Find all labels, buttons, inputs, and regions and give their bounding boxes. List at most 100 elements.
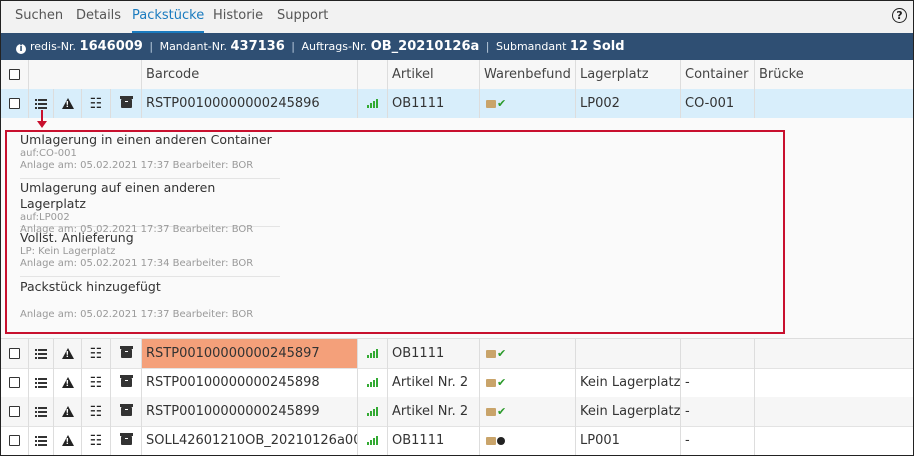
app-frame: Suchen Details Packstücke Historie Suppo… <box>0 0 914 456</box>
status-cell <box>358 397 388 426</box>
col-artikel[interactable]: Artikel <box>388 60 480 89</box>
check-icon: ✔ <box>497 97 507 110</box>
list-cell <box>29 339 54 368</box>
info-icon: i <box>16 44 26 54</box>
col-container[interactable]: Container <box>681 60 755 89</box>
transfer-icon[interactable]: ☷ <box>90 375 103 391</box>
container-cell: - <box>681 368 755 397</box>
archive-icon[interactable] <box>119 433 133 445</box>
warning-cell <box>54 397 82 426</box>
history-sub <box>20 295 280 307</box>
table-row[interactable]: ☷ RSTP00100000000245897 OB1111 ✔ <box>1 339 913 369</box>
submandant-value: 12 Sold <box>569 39 625 54</box>
col-barcode[interactable]: Barcode <box>142 60 358 89</box>
warning-icon[interactable] <box>61 377 74 388</box>
table-row[interactable]: ☷ RSTP00100000000245899 Artikel Nr. 2 ✔ … <box>1 397 913 427</box>
bruecke-cell <box>755 368 913 397</box>
archive-cell <box>111 339 142 368</box>
archive-cell <box>111 397 142 426</box>
status-cell <box>358 89 388 118</box>
callout-arrowhead <box>37 121 47 128</box>
separator: | <box>291 40 295 53</box>
lagerplatz-cell <box>576 339 681 368</box>
history-sub: auf:CO-001 <box>20 148 77 159</box>
history-entry: Vollst. Anlieferung LP: Kein Lagerplatz … <box>20 230 280 277</box>
row-checkbox[interactable] <box>9 348 20 359</box>
signal-bars-icon <box>366 349 379 358</box>
history-title: Vollst. Anlieferung <box>20 230 134 245</box>
container-cell: - <box>681 426 755 455</box>
history-title: Packstück hinzugefügt <box>20 279 161 294</box>
separator: | <box>149 40 154 53</box>
auftrag-label: Auftrags-Nr. <box>301 40 368 53</box>
archive-cell <box>111 368 142 397</box>
warenbefund-cell: ✔ <box>480 89 576 118</box>
transfer-cell: ☷ <box>82 397 111 426</box>
transfer-cell: ☷ <box>82 426 111 455</box>
help-icon[interactable]: ? <box>892 8 907 23</box>
package-icon <box>486 436 496 445</box>
package-icon <box>486 378 496 387</box>
transfer-icon[interactable]: ☷ <box>90 346 103 362</box>
archive-icon[interactable] <box>119 404 133 416</box>
col-lagerplatz[interactable]: Lagerplatz <box>576 60 681 89</box>
history-meta: Anlage am: 05.02.2021 17:34 Bearbeiter: … <box>20 258 254 269</box>
signal-bars-icon <box>366 407 379 416</box>
signal-bars-icon <box>366 99 379 108</box>
list-cell <box>29 397 54 426</box>
tab-support[interactable]: Support <box>277 1 328 31</box>
redis-value: 1646009 <box>79 39 143 54</box>
archive-icon[interactable] <box>119 96 133 108</box>
container-cell: CO-001 <box>681 89 755 118</box>
lagerplatz-cell: LP001 <box>576 426 681 455</box>
row-select-cell <box>1 397 29 426</box>
row-checkbox[interactable] <box>9 377 20 388</box>
bruecke-cell <box>755 89 913 118</box>
row-checkbox[interactable] <box>9 406 20 417</box>
row-select-cell <box>1 426 29 455</box>
transfer-icon[interactable]: ☷ <box>90 96 103 112</box>
tab-suchen[interactable]: Suchen <box>15 1 63 31</box>
archive-icon[interactable] <box>119 375 133 387</box>
mandant-value: 437136 <box>230 39 285 54</box>
select-all-checkbox[interactable] <box>9 69 20 80</box>
warning-icon[interactable] <box>61 435 74 446</box>
col-warenbefund[interactable]: Warenbefund <box>480 60 576 89</box>
list-icon[interactable] <box>35 406 47 417</box>
signal-bars-icon <box>366 378 379 387</box>
history-meta: Anlage am: 05.02.2021 17:37 Bearbeiter: … <box>20 160 254 171</box>
warning-cell <box>54 89 82 118</box>
barcode-cell: RSTP00100000000245896 <box>142 89 358 118</box>
table-row[interactable]: ☷ RSTP00100000000245896 OB1111 ✔ LP002 C… <box>1 89 913 118</box>
warning-cell <box>54 339 82 368</box>
barcode-cell: RSTP00100000000245898 <box>142 368 358 397</box>
tab-historie[interactable]: Historie <box>213 1 263 31</box>
list-cell <box>29 368 54 397</box>
tab-details[interactable]: Details <box>76 1 121 31</box>
warning-icon[interactable] <box>61 406 74 417</box>
table-row[interactable]: ☷ SOLL42601210OB_20210126a001 OB1111 LP0… <box>1 426 913 455</box>
table-row[interactable]: ☷ RSTP00100000000245898 Artikel Nr. 2 ✔ … <box>1 368 913 398</box>
list-icon[interactable] <box>35 98 47 109</box>
archive-icon[interactable] <box>119 346 133 358</box>
lagerplatz-cell: LP002 <box>576 89 681 118</box>
check-icon: ✔ <box>497 347 507 360</box>
tab-packstuecke[interactable]: Packstücke <box>132 1 205 33</box>
archive-cell <box>111 426 142 455</box>
list-icon[interactable] <box>35 435 47 446</box>
row-checkbox[interactable] <box>9 98 20 109</box>
list-icon[interactable] <box>35 377 47 388</box>
warning-icon[interactable] <box>61 348 74 359</box>
redis-label: redis-Nr. <box>30 40 77 53</box>
list-icon[interactable] <box>35 348 47 359</box>
history-title: Umlagerung auf einen anderen Lagerplatz <box>20 180 216 211</box>
barcode-cell: RSTP00100000000245899 <box>142 397 358 426</box>
transfer-icon[interactable]: ☷ <box>90 404 103 420</box>
warenbefund-cell: ✔ <box>480 339 576 368</box>
transfer-icon[interactable]: ☷ <box>90 433 103 449</box>
signal-bars-icon <box>366 436 379 445</box>
col-bruecke[interactable]: Brücke <box>755 60 913 89</box>
history-entry: Umlagerung auf einen anderen Lagerplatz … <box>20 180 280 235</box>
warning-icon[interactable] <box>61 98 74 109</box>
row-checkbox[interactable] <box>9 435 20 446</box>
